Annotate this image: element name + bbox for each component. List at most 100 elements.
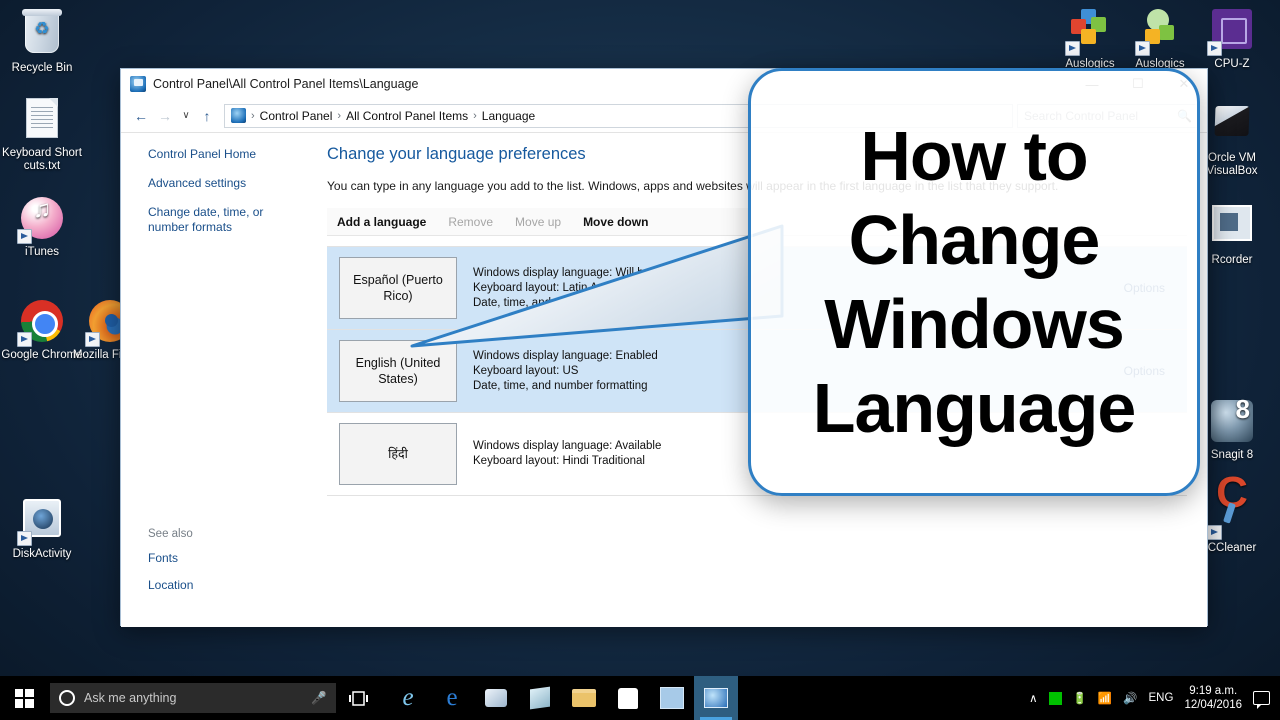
green-square-icon[interactable] bbox=[1049, 692, 1062, 705]
language-name: Español (Puerto Rico) bbox=[339, 257, 457, 319]
breadcrumb-item-language[interactable]: Language bbox=[482, 109, 535, 123]
add-a-language-button[interactable]: Add a language bbox=[337, 215, 426, 229]
taskbar: Ask me anything 🎤 e e bbox=[0, 676, 1280, 720]
breadcrumb[interactable]: › Control Panel › All Control Panel Item… bbox=[224, 104, 1013, 128]
language-indicator[interactable]: ENG bbox=[1149, 692, 1174, 704]
battery-icon[interactable]: 🔋 bbox=[1073, 691, 1087, 705]
disk-activity-icon bbox=[19, 499, 65, 545]
file-explorer-icon bbox=[572, 689, 596, 707]
auslogics-icon bbox=[1137, 9, 1183, 55]
desktop-icon-recycle-bin[interactable]: Recycle Bin bbox=[0, 10, 84, 75]
show-hidden-icons-button[interactable]: ∧ bbox=[1029, 691, 1037, 705]
window-title: Control Panel\All Control Panel Items\La… bbox=[153, 77, 418, 91]
taskbar-app-edge[interactable]: e bbox=[430, 676, 474, 720]
recent-locations-button[interactable]: ∨ bbox=[177, 104, 195, 128]
shortcut-arrow-icon bbox=[17, 531, 32, 546]
page-description: You can type in any language you add to … bbox=[327, 179, 1187, 193]
taskbar-app-file-explorer[interactable] bbox=[562, 676, 606, 720]
snagit-icon bbox=[1209, 400, 1255, 446]
see-also-item-fonts[interactable]: Fonts bbox=[148, 551, 193, 566]
desktop-icon-keyboard-shortcuts[interactable]: Keyboard Short cuts.txt bbox=[0, 95, 84, 173]
taskbar-app-internet-explorer[interactable]: e bbox=[386, 676, 430, 720]
internet-explorer-icon: e bbox=[402, 684, 413, 712]
remove-button[interactable]: Remove bbox=[448, 215, 493, 229]
ccleaner-icon bbox=[1209, 493, 1255, 539]
search-placeholder: Ask me anything bbox=[84, 691, 176, 705]
options-link[interactable]: Options bbox=[1124, 364, 1165, 378]
page-title: Change your language preferences bbox=[327, 145, 1187, 164]
move-up-button[interactable]: Move up bbox=[515, 215, 561, 229]
date-time-number-formatting: Date, time, and number formatting bbox=[473, 296, 1124, 311]
taskbar-app-control-panel[interactable] bbox=[694, 676, 738, 720]
shortcut-arrow-icon bbox=[85, 332, 100, 347]
shortcut-arrow-icon bbox=[17, 332, 32, 347]
windows-start-icon bbox=[15, 689, 34, 708]
language-row-spanish[interactable]: Español (Puerto Rico) Windows display la… bbox=[327, 247, 1187, 330]
display-language-status: Windows display language: Will be enable… bbox=[473, 266, 1124, 281]
see-also-item-location[interactable]: Location bbox=[148, 578, 193, 593]
taskbar-app-store[interactable] bbox=[606, 676, 650, 720]
minimize-button[interactable]: — bbox=[1069, 69, 1115, 99]
task-view-button[interactable] bbox=[336, 676, 380, 720]
desktop-icon-itunes[interactable]: iTunes bbox=[0, 195, 84, 259]
sidebar-item-control-panel-home[interactable]: Control Panel Home bbox=[148, 147, 305, 162]
language-row-hindi[interactable]: हिंदी Windows display language: Availabl… bbox=[327, 413, 1187, 496]
taskbar-app-snagit-editor[interactable] bbox=[650, 676, 694, 720]
display-language-status: Windows display language: Enabled bbox=[473, 349, 1124, 364]
sidebar: Control Panel Home Advanced settings Cha… bbox=[121, 133, 321, 627]
move-down-button[interactable]: Move down bbox=[583, 215, 648, 229]
sidebar-item-change-formats[interactable]: Change date, time, or number formats bbox=[148, 205, 305, 235]
clock[interactable]: 9:19 a.m. 12/04/2016 bbox=[1184, 684, 1242, 712]
start-button[interactable] bbox=[0, 676, 48, 720]
breadcrumb-separator: › bbox=[473, 110, 477, 122]
breadcrumb-item-all-items[interactable]: All Control Panel Items bbox=[346, 109, 468, 123]
language-row-english[interactable]: English (United States) Windows display … bbox=[327, 330, 1187, 413]
virtualbox-icon bbox=[1209, 103, 1255, 149]
desktop: Recycle Bin Keyboard Short cuts.txt iTun… bbox=[0, 0, 1280, 720]
volume-icon[interactable]: 🔊 bbox=[1123, 691, 1137, 705]
taskbar-app-3d-builder[interactable] bbox=[474, 676, 518, 720]
system-tray: ∧ 🔋 📶 🔊 ENG 9:19 a.m. 12/04/2016 bbox=[1029, 676, 1280, 720]
sidebar-item-advanced-settings[interactable]: Advanced settings bbox=[148, 176, 305, 191]
window-controls: — ☐ ✕ bbox=[1069, 69, 1207, 99]
control-panel-window: Control Panel\All Control Panel Items\La… bbox=[120, 68, 1208, 626]
main-content: Change your language preferences You can… bbox=[321, 133, 1207, 627]
sticky-notes-icon bbox=[530, 687, 550, 710]
close-button[interactable]: ✕ bbox=[1161, 69, 1207, 99]
taskbar-apps: e e bbox=[386, 676, 738, 720]
itunes-icon bbox=[19, 197, 65, 243]
snagit-editor-icon bbox=[660, 687, 684, 709]
up-button[interactable]: ↑ bbox=[195, 104, 219, 128]
breadcrumb-item-control-panel[interactable]: Control Panel bbox=[260, 109, 333, 123]
text-file-icon bbox=[19, 98, 65, 144]
notification-icon[interactable] bbox=[1253, 691, 1270, 705]
control-panel-icon bbox=[130, 76, 146, 92]
recycle-bin-icon bbox=[19, 13, 65, 59]
desktop-icon-disk-activity[interactable]: DiskActivity bbox=[0, 495, 84, 561]
window-titlebar[interactable]: Control Panel\All Control Panel Items\La… bbox=[121, 69, 1207, 99]
keyboard-layout: Keyboard layout: Latin American bbox=[473, 281, 1124, 296]
shortcut-arrow-icon bbox=[1135, 41, 1150, 56]
back-button[interactable]: ← bbox=[129, 104, 153, 128]
microphone-icon[interactable]: 🎤 bbox=[311, 691, 327, 706]
three-d-builder-icon bbox=[485, 689, 507, 707]
forward-button[interactable]: → bbox=[153, 104, 177, 128]
store-icon bbox=[618, 688, 638, 709]
control-panel-icon bbox=[704, 688, 728, 708]
maximize-button[interactable]: ☐ bbox=[1115, 69, 1161, 99]
search-control-panel-input[interactable]: Search Control Panel 🔍 bbox=[1017, 104, 1199, 128]
options-link[interactable]: Options bbox=[1124, 281, 1165, 295]
taskbar-app-sticky-notes[interactable] bbox=[518, 676, 562, 720]
shortcut-arrow-icon bbox=[1065, 41, 1080, 56]
cpuz-icon bbox=[1209, 9, 1255, 55]
control-panel-icon bbox=[231, 108, 246, 123]
edge-icon: e bbox=[446, 684, 457, 712]
search-input[interactable]: Ask me anything 🎤 bbox=[50, 683, 336, 713]
search-placeholder: Search Control Panel bbox=[1024, 109, 1138, 123]
keyboard-layout: Keyboard layout: Hindi Traditional bbox=[473, 454, 1175, 469]
desktop-icon-cpu-z[interactable]: CPU-Z bbox=[1190, 6, 1274, 71]
language-details: Windows display language: Available Keyb… bbox=[473, 439, 1175, 469]
chrome-icon bbox=[19, 300, 65, 346]
wifi-icon[interactable]: 📶 bbox=[1098, 691, 1112, 705]
search-icon[interactable]: 🔍 bbox=[1177, 109, 1192, 123]
